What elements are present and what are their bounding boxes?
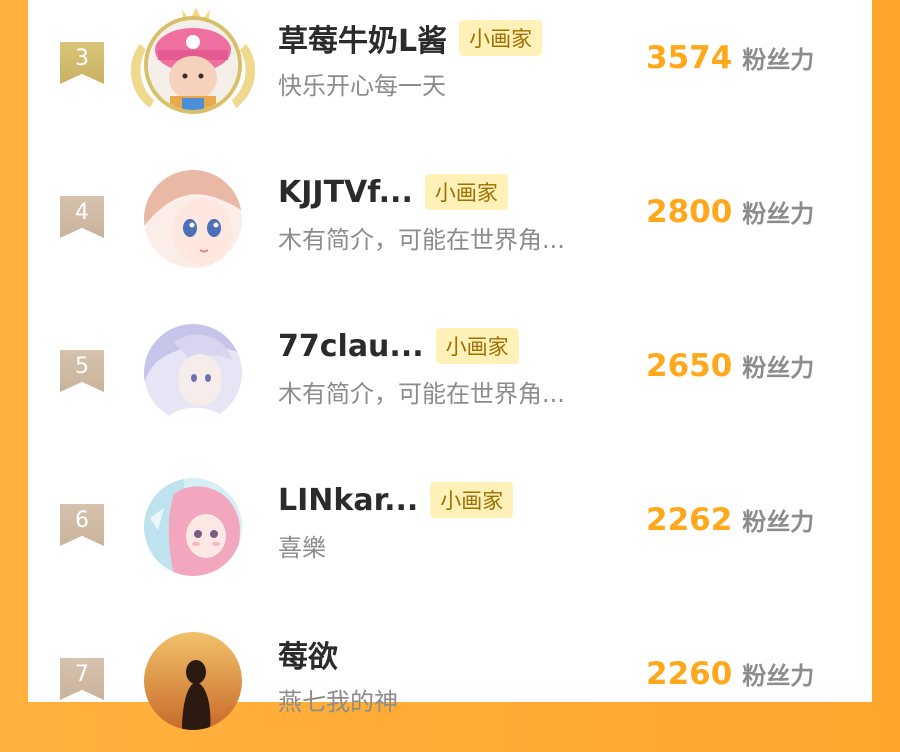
user-bio: 燕七我的神	[278, 688, 398, 716]
avatar-container	[130, 8, 256, 114]
avatar-container	[144, 478, 242, 576]
level-badge: 小画家	[459, 20, 543, 56]
rank-flag-7: 7	[60, 658, 104, 700]
avatar-container	[144, 170, 242, 268]
name-line: LINkar... 小画家	[278, 478, 514, 522]
fan-score-unit: 粉丝力	[742, 46, 815, 74]
sunset-silhouette-avatar[interactable]	[144, 632, 242, 730]
score-group: 2260 粉丝力	[646, 656, 814, 700]
name-line: 莓欲	[278, 632, 338, 676]
rank-flag-5: 5	[60, 350, 104, 392]
leaderboard-row-3[interactable]: 3 草莓牛奶L酱 小画家 快乐开心每一天 3574 粉丝力	[28, 0, 872, 136]
leaderboard-row-4[interactable]: 4 KJJTVf... 小画家 木有简介，可能在世界角... 2800 粉丝力	[28, 150, 872, 290]
user-name[interactable]: 77clau...	[278, 329, 424, 364]
user-name[interactable]: LINkar...	[278, 483, 418, 518]
avatar-container	[144, 632, 242, 730]
rank-flag-6: 6	[60, 504, 104, 546]
user-bio: 喜樂	[278, 534, 326, 562]
leaderboard-row-5[interactable]: 5 77clau... 小画家 木有简介，可能在世界角... 2650 粉丝力	[28, 304, 872, 444]
fan-score-unit: 粉丝力	[742, 508, 815, 536]
fan-score-unit: 粉丝力	[742, 662, 815, 690]
fan-score-unit: 粉丝力	[742, 200, 815, 228]
fan-score-unit: 粉丝力	[742, 354, 815, 382]
score-group: 2262 粉丝力	[646, 502, 814, 546]
anime-boy-avatar[interactable]	[144, 324, 242, 422]
level-badge: 小画家	[430, 482, 514, 518]
fan-score: 2800	[646, 194, 733, 230]
user-bio: 快乐开心每一天	[278, 72, 446, 100]
leaderboard-row-6[interactable]: 6 LINkar... 小画家 喜樂 2262 粉丝力	[28, 458, 872, 598]
child-in-pink-hat-avatar[interactable]	[144, 16, 242, 114]
score-group: 2800 粉丝力	[646, 194, 814, 238]
score-group: 2650 粉丝力	[646, 348, 814, 392]
fan-score: 2260	[646, 656, 733, 692]
name-line: 草莓牛奶L酱 小画家	[278, 16, 543, 60]
leaderboard-row-7[interactable]: 7 莓欲 燕七我的神 2260 粉丝力	[28, 612, 872, 752]
user-bio: 木有简介，可能在世界角...	[278, 380, 565, 408]
level-badge: 小画家	[424, 174, 508, 210]
anime-girl-avatar[interactable]	[144, 170, 242, 268]
user-bio: 木有简介，可能在世界角...	[278, 226, 565, 254]
fan-score: 2650	[646, 348, 733, 384]
avatar-container	[144, 324, 242, 422]
rank-flag-3: 3	[60, 42, 104, 84]
user-name[interactable]: KJJTVf...	[278, 175, 413, 210]
pink-hair-girl-avatar[interactable]	[144, 478, 242, 576]
level-badge: 小画家	[435, 328, 519, 364]
leaderboard-panel: 3 草莓牛奶L酱 小画家 快乐开心每一天 3574 粉丝力 4 KJJTVf..…	[28, 0, 872, 730]
fan-score: 3574	[646, 40, 733, 76]
user-name[interactable]: 草莓牛奶L酱	[278, 16, 447, 60]
score-group: 3574 粉丝力	[646, 40, 814, 84]
name-line: KJJTVf... 小画家	[278, 170, 508, 214]
user-name[interactable]: 莓欲	[278, 632, 338, 676]
fan-score: 2262	[646, 502, 733, 538]
rank-flag-4: 4	[60, 196, 104, 238]
name-line: 77clau... 小画家	[278, 324, 519, 368]
